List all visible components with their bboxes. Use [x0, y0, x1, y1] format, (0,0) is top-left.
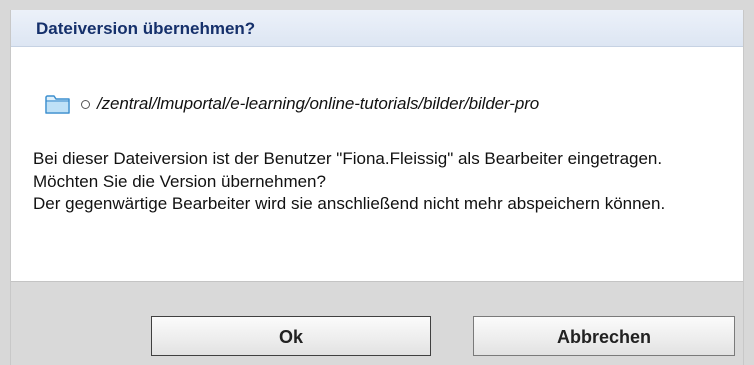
file-path: /zentral/lmuportal/e-learning/online-tut… [97, 94, 540, 113]
dialog-message-warning: Der gegenwärtige Bearbeiter wird sie ans… [33, 194, 666, 213]
circle-bullet-icon [81, 100, 90, 109]
dialog-title-bar: Dateiversion übernehmen? [11, 10, 743, 47]
cancel-button[interactable]: Abbrechen [473, 316, 735, 356]
version-dialog: Dateiversion übernehmen? /zentral/lmupor… [10, 10, 744, 365]
ok-button[interactable]: Ok [151, 316, 431, 356]
dialog-message-editor: Bei dieser Dateiversion ist der Benutzer… [33, 149, 663, 191]
dialog-title: Dateiversion übernehmen? [36, 19, 256, 38]
file-path-row: /zentral/lmuportal/e-learning/online-tut… [45, 93, 735, 117]
folder-icon [45, 93, 71, 115]
dialog-footer: Ok Abbrechen [11, 281, 743, 365]
